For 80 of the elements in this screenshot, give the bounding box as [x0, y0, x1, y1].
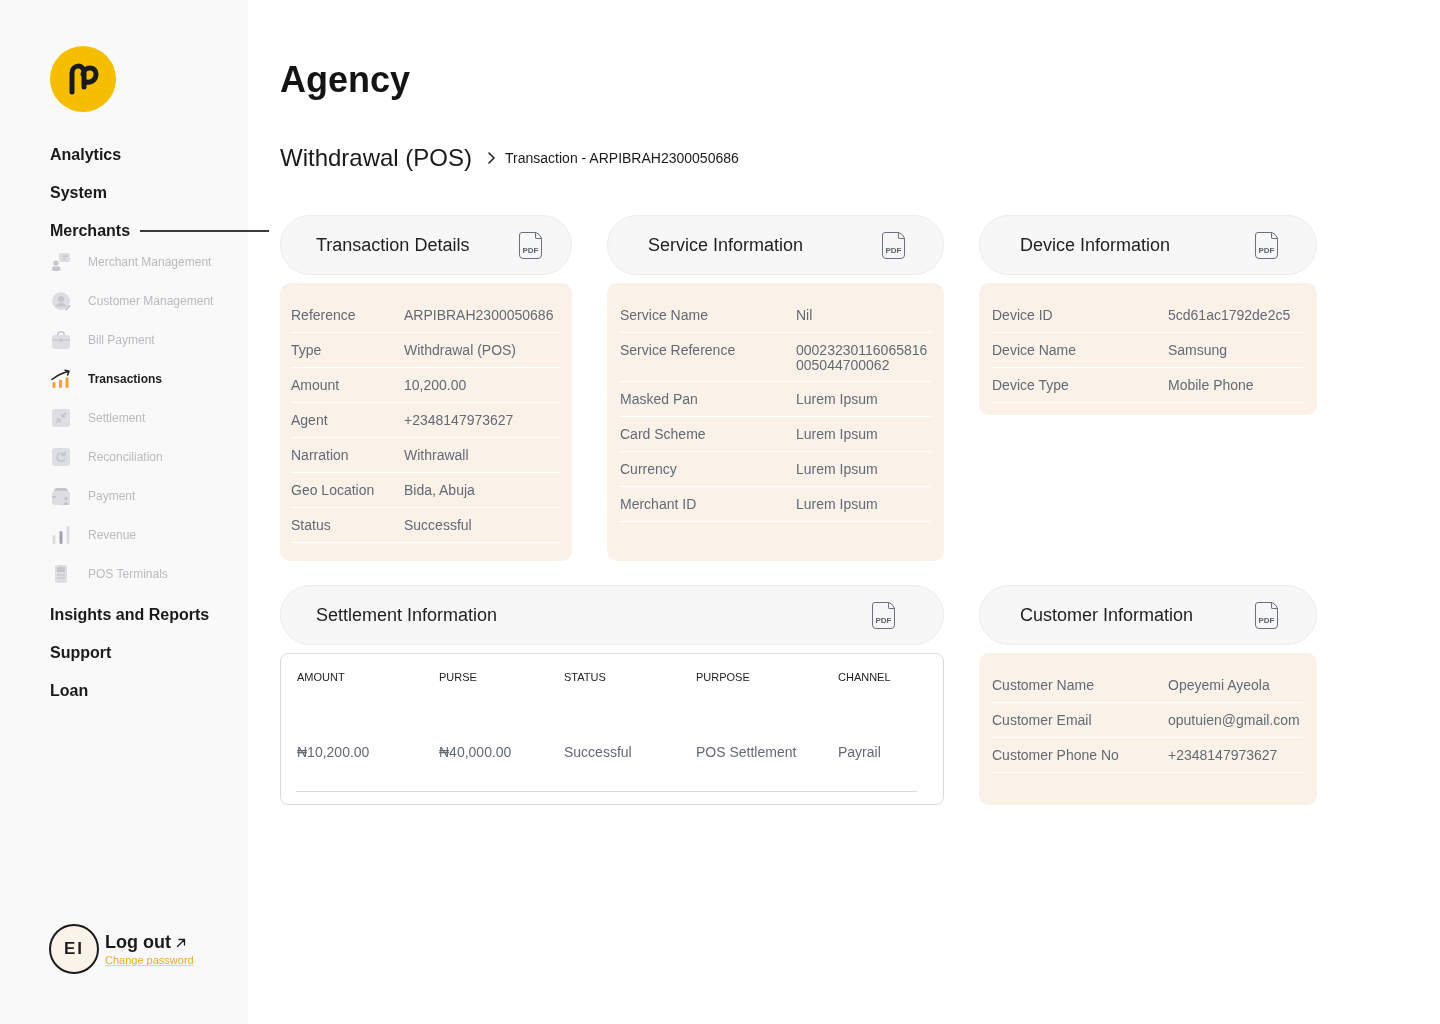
bar-chart-arrow-icon: [51, 368, 71, 389]
logo-icon: [50, 46, 116, 112]
field-value: Lurem Ipsum: [796, 496, 879, 512]
field-label: Geo Location: [291, 482, 376, 499]
nav-item[interactable]: Insights and Reports: [50, 596, 269, 634]
breadcrumb-link[interactable]: Withdrawal (POS): [280, 144, 473, 172]
logout-button[interactable]: Log out: [105, 932, 186, 953]
refresh-icon: [51, 446, 71, 467]
user-edit-icon: [51, 290, 71, 311]
field-label: Customer Name: [992, 677, 1095, 694]
column-header: CHANNEL: [838, 670, 892, 684]
field-label: Device ID: [992, 307, 1054, 324]
user-avatar: EI: [49, 924, 99, 974]
field-label: Merchant ID: [620, 496, 698, 513]
card-title: Transaction Details: [316, 234, 470, 256]
nav-item[interactable]: Support: [50, 634, 269, 672]
arrow-up-right-icon: [176, 937, 186, 948]
pdf-export-button[interactable]: PDF: [519, 231, 542, 259]
column-header: STATUS: [564, 670, 607, 684]
pdf-export-button[interactable]: PDF: [882, 231, 905, 259]
briefcase-icon: [51, 329, 71, 350]
field-value: Nil: [796, 307, 814, 323]
table-cell-text: ₦10,200.00: [297, 744, 371, 761]
field-label: Customer Phone No: [992, 747, 1120, 764]
field-label: Currency: [620, 461, 678, 478]
card-title: Service Information: [648, 234, 804, 256]
card-title: Device Information: [1020, 234, 1171, 256]
column-header: PURSE: [439, 670, 478, 684]
pdf-export-button[interactable]: PDF: [1255, 231, 1278, 259]
bar-chart-icon: [51, 524, 71, 545]
nav-subitem[interactable]: Transactions: [0, 359, 248, 398]
field-value: +2348147973627: [1168, 747, 1279, 763]
field-value: 10,200.00: [404, 377, 468, 393]
field-label: Amount: [291, 377, 341, 394]
person-card-icon: [51, 251, 71, 272]
field-label: Service Reference: [620, 342, 737, 359]
breadcrumb-current: Transaction - ARPIBRAH2300050686: [505, 150, 739, 166]
field-value: Lurem Ipsum: [796, 426, 879, 442]
pdf-export-button[interactable]: PDF: [872, 601, 895, 629]
card-title: Customer Information: [1020, 604, 1194, 626]
chevron-right-icon: [488, 152, 496, 164]
card-title: Settlement Information: [316, 604, 498, 626]
field-value: ARPIBRAH2300050686: [404, 307, 555, 323]
nav-item[interactable]: Analytics: [50, 136, 269, 174]
nav-item[interactable]: Loan: [50, 672, 269, 710]
field-value: +2348147973627: [404, 412, 515, 428]
field-label: Reference: [291, 307, 357, 324]
field-label: Device Name: [992, 342, 1078, 359]
table-cell-text: Successful: [564, 744, 633, 761]
field-value: Bida, Abuja: [404, 482, 476, 498]
field-label: Type: [291, 342, 323, 359]
column-header: AMOUNT: [297, 670, 346, 684]
field-value: oputuien@gmail.com: [1168, 712, 1301, 728]
field-value: Samsung: [1168, 342, 1229, 358]
column-header: PURPOSE: [696, 670, 751, 684]
compress-arrows-icon: [51, 407, 71, 428]
field-label: Narration: [291, 447, 350, 464]
nav-item[interactable]: System: [50, 174, 269, 212]
page-title: Agency: [280, 60, 411, 100]
field-value: Withdrawal (POS): [404, 342, 518, 358]
field-label: Status: [291, 517, 332, 534]
pdf-export-button[interactable]: PDF: [1255, 601, 1278, 629]
field-value: Lurem Ipsum: [796, 461, 879, 477]
field-label: Service Name: [620, 307, 709, 324]
field-value: Withrawall: [404, 447, 470, 463]
field-value: Opeyemi Ayeola: [1168, 677, 1271, 693]
field-value: Mobile Phone: [1168, 377, 1255, 393]
table-cell-text: POS Settlement: [696, 744, 798, 761]
table-cell-text: Payrail: [838, 744, 882, 761]
table-cell-text: ₦40,000.00: [439, 744, 513, 761]
field-label: Customer Email: [992, 712, 1093, 729]
field-value: Successful: [404, 517, 473, 533]
field-value: 00023230116065816 005044700062: [796, 342, 929, 373]
field-label: Card Scheme: [620, 426, 707, 443]
wallet-icon: [51, 485, 71, 506]
field-label: Device Type: [992, 377, 1070, 394]
field-value: 5cd61ac1792de2c5: [1168, 307, 1292, 323]
field-value: Lurem Ipsum: [796, 391, 879, 407]
field-label: Masked Pan: [620, 391, 699, 408]
field-label: Agent: [291, 412, 329, 429]
